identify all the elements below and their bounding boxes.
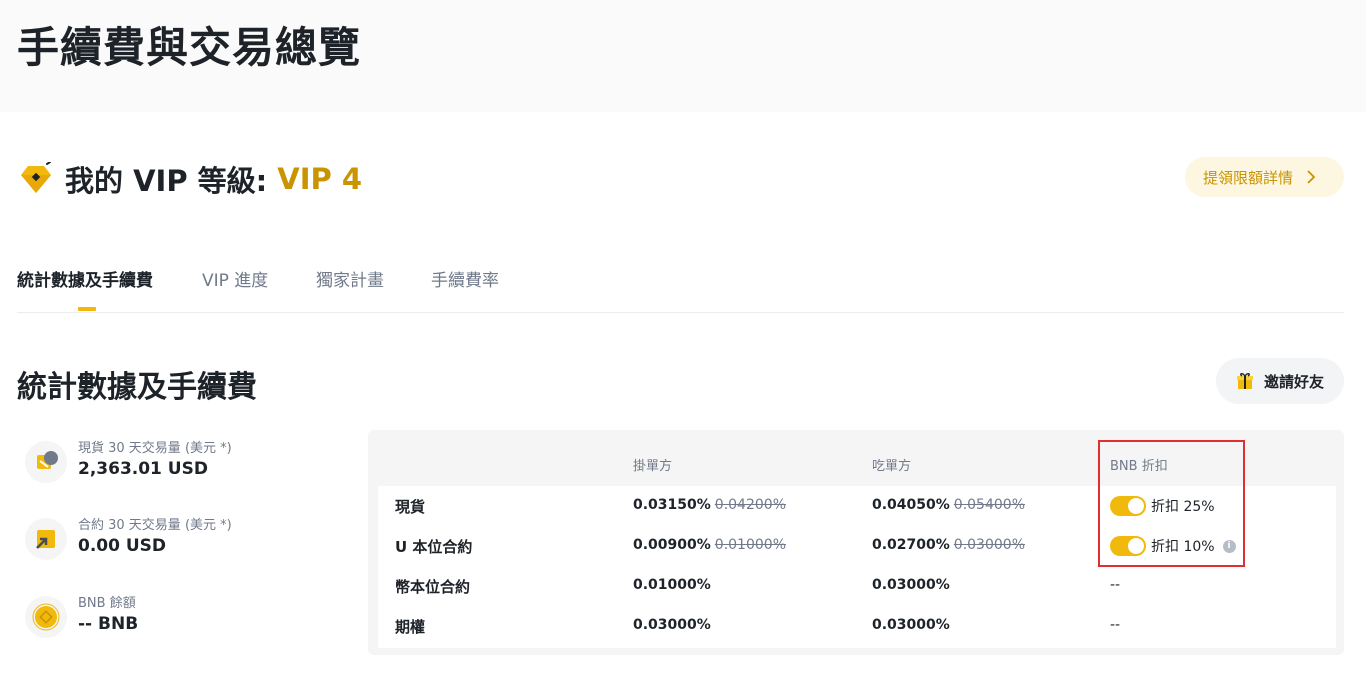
taker-fee-original: 0.03000% xyxy=(953,537,1025,553)
taker-fee-original: 0.05400% xyxy=(953,497,1025,513)
maker-fee-cell: 0.00900% 0.01000% xyxy=(633,537,786,553)
maker-fee-cell: 0.03150% 0.04200% xyxy=(633,497,786,513)
vip-label: 我的 VIP 等級: xyxy=(65,164,268,198)
maker-header: 掛單方 xyxy=(633,459,673,474)
spot-volume-stat: 現貨 30 天交易量 (美元 *) 2,363.01 USD xyxy=(25,437,345,487)
row-label-options: 期權 xyxy=(395,618,426,636)
withdrawal-limit-button[interactable]: 提領限額詳情 xyxy=(1185,157,1344,197)
taker-fee: 0.04050% xyxy=(872,497,950,513)
page-title: 手續費與交易總覽 xyxy=(17,23,362,72)
invite-friends-button[interactable]: 邀請好友 xyxy=(1216,358,1344,404)
stat-label: BNB 餘額 xyxy=(78,596,136,611)
gift-icon xyxy=(1237,373,1253,389)
futures-volume-icon xyxy=(25,518,67,560)
tab-fee-rates[interactable]: 手續費率 xyxy=(431,266,499,291)
vip-level-value: VIP 4 xyxy=(277,162,363,196)
tab-bar: 統計數據及手續費 VIP 進度 獨家計畫 手續費率 xyxy=(17,262,1344,313)
maker-fee: 0.03000% xyxy=(633,617,711,633)
stat-value: 0.00 USD xyxy=(78,536,167,556)
bnb-balance-stat: BNB 餘額 -- BNB xyxy=(25,592,345,642)
withdrawal-limit-label: 提領限額詳情 xyxy=(1203,168,1294,187)
bnb-coin-icon xyxy=(25,596,67,638)
taker-fee-cell: 0.02700% 0.03000% xyxy=(872,537,1025,553)
taker-fee-cell: 0.04050% 0.05400% xyxy=(872,497,1025,513)
stat-label: 現貨 30 天交易量 (美元 *) xyxy=(78,441,232,456)
stat-value: 2,363.01 USD xyxy=(78,459,208,479)
taker-header: 吃單方 xyxy=(872,459,912,474)
stat-label: 合約 30 天交易量 (美元 *) xyxy=(78,518,232,533)
tab-stats-fees[interactable]: 統計數據及手續費 xyxy=(17,266,153,291)
section-title: 統計數據及手續費 xyxy=(17,370,257,405)
bnb-discount-value: -- xyxy=(1110,577,1121,593)
highlight-annotation xyxy=(1098,440,1245,567)
tab-exclusive-programs[interactable]: 獨家計畫 xyxy=(316,266,384,291)
row-label-spot: 現貨 xyxy=(395,498,426,516)
spot-volume-icon xyxy=(25,441,67,483)
diamond-icon xyxy=(21,162,51,193)
futures-volume-stat: 合約 30 天交易量 (美元 *) 0.00 USD xyxy=(25,514,345,564)
row-label-usdm-futures: U 本位合約 xyxy=(395,538,473,556)
maker-fee-original: 0.04200% xyxy=(714,497,786,513)
maker-fee: 0.03150% xyxy=(633,497,711,513)
taker-fee: 0.02700% xyxy=(872,537,950,553)
row-label-coinm-futures: 幣本位合約 xyxy=(395,578,471,596)
taker-fee: 0.03000% xyxy=(872,577,950,593)
chevron-right-icon xyxy=(1307,170,1316,184)
vip-level-row: 我的 VIP 等級: VIP 4 xyxy=(17,157,362,201)
maker-fee: 0.00900% xyxy=(633,537,711,553)
maker-fee-original: 0.01000% xyxy=(714,537,786,553)
invite-friends-label: 邀請好友 xyxy=(1264,372,1325,391)
tab-vip-progress[interactable]: VIP 進度 xyxy=(202,266,268,291)
active-tab-indicator xyxy=(78,307,96,311)
maker-fee: 0.01000% xyxy=(633,577,711,593)
stat-value: -- BNB xyxy=(78,614,139,634)
taker-fee: 0.03000% xyxy=(872,617,950,633)
bnb-discount-value: -- xyxy=(1110,617,1121,633)
